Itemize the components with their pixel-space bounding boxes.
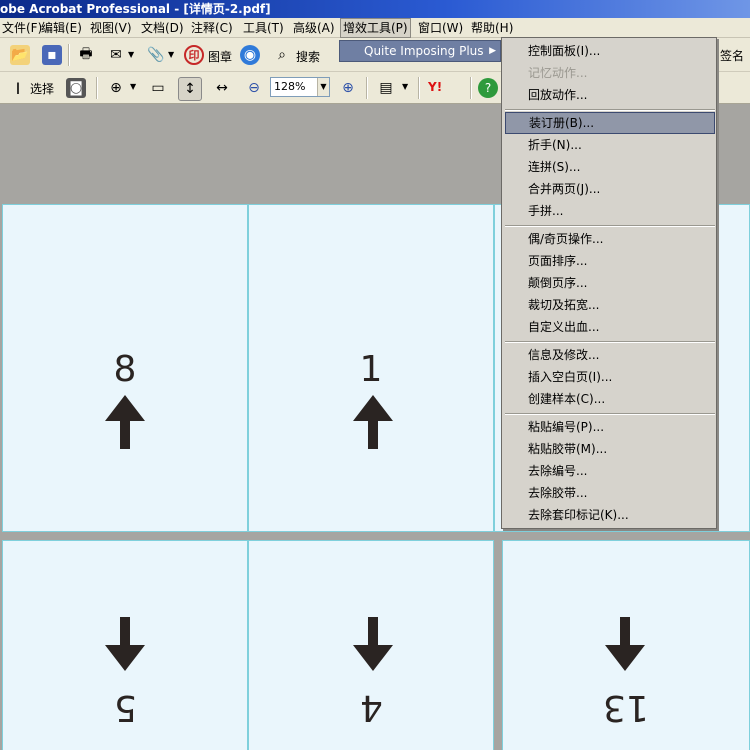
menu-item-remove-tape[interactable]: 去除胶带...	[505, 482, 715, 504]
stamp-label[interactable]: 图章	[208, 48, 232, 65]
page-number: 4	[359, 687, 383, 728]
menu-comments[interactable]: 注释(C)	[189, 18, 235, 38]
window-title: obe Acrobat Professional - [详情页-2.pdf]	[0, 2, 271, 16]
attach-icon[interactable]: 📎	[146, 45, 166, 65]
menu-item-custom-bleed[interactable]: 自定义出血...	[505, 316, 715, 338]
binoculars-icon[interactable]: ⌕	[272, 45, 292, 65]
menu-item-hand-imposition[interactable]: 手拼...	[505, 200, 715, 222]
menu-item-step-repeat[interactable]: 连拼(S)...	[505, 156, 715, 178]
print-icon[interactable]: 🖶	[76, 45, 96, 65]
chevron-down-icon[interactable]: ▼	[402, 82, 408, 91]
arrow-up-icon	[105, 395, 145, 449]
submenu-label: Quite Imposing Plus	[364, 44, 484, 58]
open-folder-icon[interactable]: 📂	[10, 45, 30, 65]
page-thumb[interactable]: 8	[2, 204, 248, 532]
chevron-right-icon: ▶	[489, 46, 496, 56]
separator	[96, 77, 98, 99]
menu-item-remove-marks[interactable]: 去除套印标记(K)...	[505, 504, 715, 526]
menu-item-signature[interactable]: 折手(N)...	[505, 134, 715, 156]
zoom-value: 128%	[274, 80, 306, 93]
single-page-icon[interactable]: ▭	[148, 78, 168, 98]
email-icon[interactable]: ✉	[106, 45, 126, 65]
menu-item-reverse-order[interactable]: 颠倒页序...	[505, 272, 715, 294]
yahoo-icon[interactable]: Y!	[428, 80, 442, 94]
menu-item-control-panel[interactable]: 控制面板(I)...	[505, 40, 715, 62]
separator	[470, 77, 472, 99]
menu-item-info-modify[interactable]: 信息及修改...	[505, 344, 715, 366]
separator	[366, 77, 368, 99]
quite-imposing-dropdown: 控制面板(I)... 记忆动作... 回放动作... 装订册(B)... 折手(…	[501, 37, 717, 529]
snapshot-icon[interactable]: ◙	[66, 78, 86, 98]
menu-item-even-odd[interactable]: 偶/奇页操作...	[505, 228, 715, 250]
arrow-down-icon	[353, 617, 393, 671]
page-layout-icon[interactable]: ▤	[376, 78, 396, 98]
arrow-down-icon	[105, 617, 145, 671]
menu-item-booklet[interactable]: 装订册(B)...	[505, 112, 715, 134]
globe-icon[interactable]: ◉	[240, 45, 260, 65]
menu-separator	[505, 341, 715, 343]
menu-item-trim-extend[interactable]: 裁切及拓宽...	[505, 294, 715, 316]
menu-file[interactable]: 文件(F)	[0, 18, 44, 38]
menu-plugins[interactable]: 增效工具(P)	[340, 18, 411, 38]
menu-view[interactable]: 视图(V)	[88, 18, 134, 38]
text-cursor-icon[interactable]: I	[8, 78, 28, 98]
page-thumb[interactable]: 1	[248, 204, 494, 532]
menu-separator	[505, 225, 715, 227]
menu-item-record-action[interactable]: 记忆动作...	[505, 62, 715, 84]
zoom-field[interactable]: 128% ▼	[270, 77, 330, 97]
page-number: 1	[359, 349, 383, 390]
menu-item-insert-blank[interactable]: 插入空白页(I)...	[505, 366, 715, 388]
menu-item-remove-numbers[interactable]: 去除编号...	[505, 460, 715, 482]
chevron-down-icon[interactable]: ▼	[168, 50, 174, 59]
zoom-out-icon[interactable]: ⊖	[244, 78, 264, 98]
page-number: 8	[113, 349, 137, 390]
zoom-in-icon[interactable]: ⊕	[106, 78, 126, 98]
menu-help[interactable]: 帮助(H)	[469, 18, 515, 38]
window-title-bar: obe Acrobat Professional - [详情页-2.pdf]	[0, 0, 750, 18]
page-thumb[interactable]: 4	[248, 540, 494, 750]
menu-bar: 文件(F) 编辑(E) 视图(V) 文档(D) 注释(C) 工具(T) 高级(A…	[0, 18, 750, 38]
chevron-down-icon[interactable]: ▼	[130, 82, 136, 91]
arrow-down-icon	[605, 617, 645, 671]
zoom-plus-icon[interactable]: ⊕	[338, 78, 358, 98]
menu-item-paste-tape[interactable]: 粘贴胶带(M)...	[505, 438, 715, 460]
page-number: 5	[113, 687, 137, 728]
chevron-down-icon[interactable]: ▼	[317, 78, 329, 96]
menu-separator	[505, 413, 715, 415]
fit-height-icon[interactable]: ↕	[178, 77, 202, 101]
arrow-up-icon	[353, 395, 393, 449]
separator	[68, 44, 70, 66]
menu-advanced[interactable]: 高级(A)	[291, 18, 337, 38]
menu-window[interactable]: 窗口(W)	[416, 18, 465, 38]
save-icon[interactable]: ▪	[42, 45, 62, 65]
menu-separator	[505, 109, 715, 111]
menu-document[interactable]: 文档(D)	[139, 18, 186, 38]
separator	[418, 77, 420, 99]
page-number: 13	[603, 687, 649, 728]
page-thumb[interactable]: 5	[2, 540, 248, 750]
menu-item-merge-pages[interactable]: 合并两页(J)...	[505, 178, 715, 200]
quite-imposing-plus-menu-item[interactable]: Quite Imposing Plus ▶	[339, 40, 501, 62]
menu-item-replay-action[interactable]: 回放动作...	[505, 84, 715, 106]
stamp-icon[interactable]: 印	[184, 45, 204, 65]
menu-item-paste-numbers[interactable]: 粘贴编号(P)...	[505, 416, 715, 438]
menu-item-create-sample[interactable]: 创建样本(C)...	[505, 388, 715, 410]
help-icon[interactable]: ?	[478, 78, 498, 98]
fit-width-icon[interactable]: ↔	[212, 78, 232, 98]
select-label[interactable]: 选择	[30, 80, 54, 97]
menu-item-page-sort[interactable]: 页面排序...	[505, 250, 715, 272]
sign-label[interactable]: 签名	[720, 40, 744, 72]
menu-edit[interactable]: 编辑(E)	[39, 18, 84, 38]
menu-tools[interactable]: 工具(T)	[241, 18, 286, 38]
search-label[interactable]: 搜索	[296, 48, 320, 65]
chevron-down-icon[interactable]: ▼	[128, 50, 134, 59]
page-thumb[interactable]: 13	[502, 540, 750, 750]
